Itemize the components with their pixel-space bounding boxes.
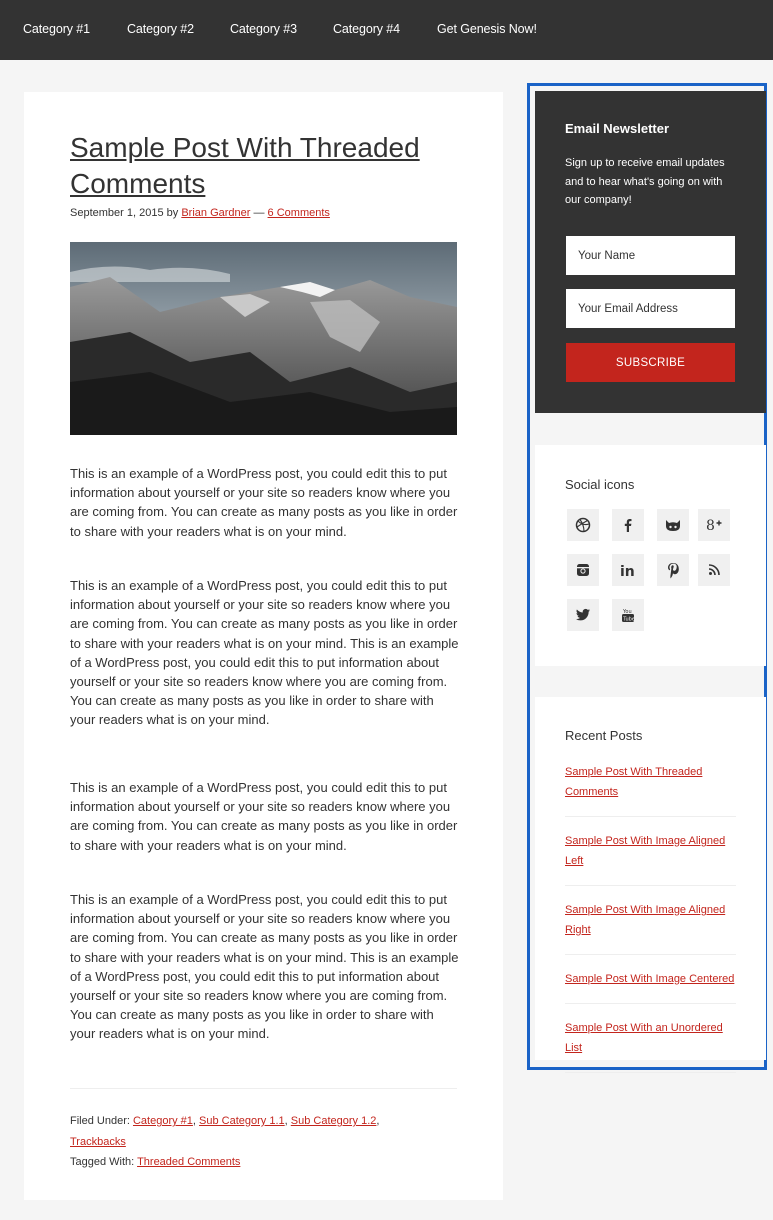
filed-under-label: Filed Under:: [70, 1115, 130, 1127]
post-paragraph: This is an example of a WordPress post, …: [70, 892, 459, 1042]
linkedin-icon[interactable]: in: [612, 554, 644, 586]
top-navigation: Category #1 Category #2 Category #3 Cate…: [0, 0, 773, 60]
list-item: Sample Post With Image Aligned Left: [565, 831, 736, 886]
post-paragraph: This is an example of a WordPress post, …: [70, 780, 458, 853]
newsletter-widget: Email Newsletter Sign up to receive emai…: [535, 91, 766, 413]
svg-text:8: 8: [706, 518, 715, 533]
facebook-icon[interactable]: [612, 509, 644, 541]
recent-post-link[interactable]: Sample Post With Image Centered: [565, 973, 734, 985]
mountain-image: [70, 242, 457, 435]
newsletter-name-field[interactable]: [566, 236, 735, 275]
subscribe-button[interactable]: SUBSCRIBE: [566, 343, 735, 382]
rss-icon[interactable]: [698, 554, 730, 586]
tag-link[interactable]: Threaded Comments: [137, 1156, 240, 1168]
category-link[interactable]: Sub Category 1.1: [199, 1115, 285, 1127]
recent-post-link[interactable]: Sample Post With Image Aligned Right: [565, 904, 725, 936]
post-paragraph: This is an example of a WordPress post, …: [70, 578, 459, 728]
dribbble-icon[interactable]: [567, 509, 599, 541]
nav-item-category-4[interactable]: Category #4: [333, 22, 400, 36]
instagram-icon[interactable]: [567, 554, 599, 586]
post-footer-divider: [70, 1088, 457, 1089]
list-item: Sample Post With Image Centered: [565, 969, 736, 1004]
list-item: Sample Post With Threaded Comments: [565, 762, 736, 817]
comments-link[interactable]: 6 Comments: [268, 207, 330, 219]
nav-item-category-3[interactable]: Category #3: [230, 22, 297, 36]
newsletter-email-field[interactable]: [566, 289, 735, 328]
post-paragraph: This is an example of a WordPress post, …: [70, 466, 458, 539]
tagged-with-label: Tagged With:: [70, 1156, 135, 1168]
post-article: Sample Post With Threaded Comments Septe…: [24, 92, 503, 1200]
github-icon[interactable]: [657, 509, 689, 541]
recent-posts-widget: Recent Posts Sample Post With Threaded C…: [535, 697, 766, 1073]
recent-post-link[interactable]: Sample Post With Image Aligned Left: [565, 835, 725, 867]
google-plus-icon[interactable]: 8: [698, 509, 730, 541]
category-link[interactable]: Sub Category 1.2: [291, 1115, 377, 1127]
recent-posts-list: Sample Post With Threaded Comments Sampl…: [565, 762, 736, 1087]
social-icons-widget: Social icons 8 in You Tube: [535, 445, 766, 666]
recent-post-link[interactable]: Sample Post With an Unordered List: [565, 1022, 723, 1054]
post-date: September 1, 2015: [70, 207, 164, 219]
social-icons-title: Social icons: [565, 477, 635, 492]
nav-item-category-1[interactable]: Category #1: [23, 22, 90, 36]
post-featured-image: [70, 242, 457, 435]
author-link[interactable]: Brian Gardner: [181, 207, 250, 219]
newsletter-text: Sign up to receive email updates and to …: [565, 157, 725, 206]
category-link[interactable]: Trackbacks: [70, 1136, 126, 1148]
svg-text:in: in: [620, 564, 635, 578]
recent-post-link[interactable]: Sample Post With Threaded Comments: [565, 766, 702, 798]
newsletter-title: Email Newsletter: [565, 121, 670, 136]
youtube-icon[interactable]: You Tube: [612, 599, 644, 631]
nav-item-category-2[interactable]: Category #2: [127, 22, 194, 36]
post-footer-meta: Filed Under: Category #1, Sub Category 1…: [70, 1115, 380, 1168]
twitter-icon[interactable]: [567, 599, 599, 631]
pinterest-icon[interactable]: [657, 554, 689, 586]
post-by-label: by: [166, 207, 179, 219]
category-link[interactable]: Category #1: [133, 1115, 193, 1127]
list-item: Sample Post With Image Aligned Right: [565, 900, 736, 955]
recent-posts-title: Recent Posts: [565, 728, 643, 743]
nav-item-get-genesis[interactable]: Get Genesis Now!: [437, 22, 537, 36]
list-item: Sample Post With an Unordered List: [565, 1018, 736, 1073]
post-title[interactable]: Sample Post With Threaded Comments: [70, 130, 470, 202]
svg-text:Tube: Tube: [622, 617, 635, 623]
meta-separator: —: [253, 207, 265, 219]
post-meta: September 1, 2015 by Brian Gardner — 6 C…: [70, 207, 330, 219]
